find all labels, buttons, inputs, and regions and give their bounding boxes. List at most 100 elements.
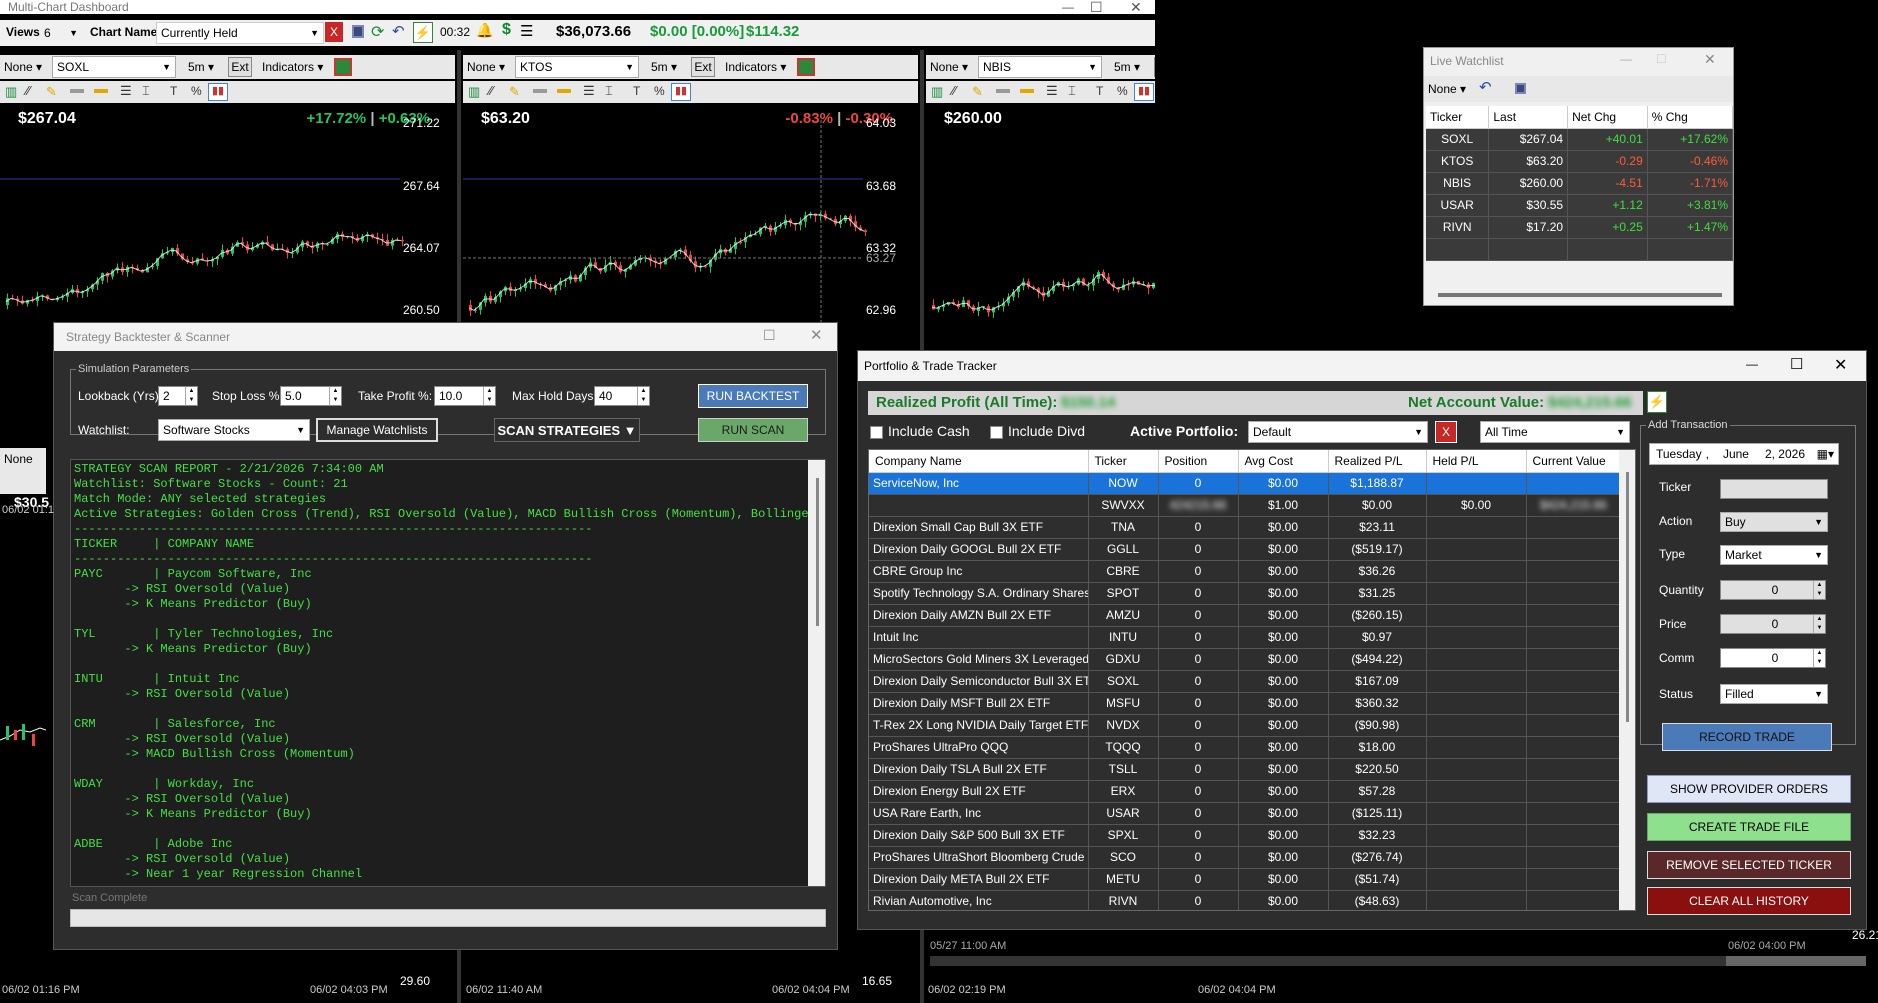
spinner-arrows-icon[interactable]: ▲ ▼ [185, 387, 197, 405]
fib-icon[interactable]: ☰ [583, 83, 595, 99]
symbol-select[interactable]: SOXL ▼ [52, 56, 176, 78]
pane-none-select[interactable]: None ▾ [930, 60, 968, 74]
quantity-input[interactable]: 0 ▲ ▼ [1720, 580, 1826, 600]
manage-watchlists-button[interactable]: Manage Watchlists [316, 418, 438, 442]
spinner-arrows-icon[interactable]: ▲ ▼ [1813, 581, 1825, 599]
trendline-icon[interactable]: ⁄⁄ [26, 83, 30, 98]
stoploss-input[interactable]: 5.0 ▲ ▼ [280, 386, 342, 406]
show-provider-orders-button[interactable]: SHOW PROVIDER ORDERS [1647, 775, 1851, 803]
views-select[interactable]: 6 ▼ [40, 22, 82, 44]
interval-select[interactable]: 5m ▾ [188, 60, 214, 74]
ext-button[interactable]: Ext [691, 57, 715, 77]
run-scan-button[interactable]: RUN SCAN [698, 418, 808, 442]
grid-scrollbar-thumb[interactable] [1626, 472, 1629, 722]
portfolio-row[interactable]: T-Rex 2X Long NVIDIA Daily Target ETF NVD… [869, 714, 1622, 737]
watchlist-column-header[interactable]: Ticker [1426, 106, 1490, 129]
nbis-scrollbar[interactable] [930, 956, 1865, 966]
indicators-select[interactable]: Indicators ▾ [725, 60, 786, 74]
spinner-arrows-icon[interactable]: ▲ ▼ [1813, 615, 1825, 633]
minimize-icon[interactable]: — [1062, 0, 1074, 14]
maximize-icon[interactable]: ☐ [1790, 355, 1803, 373]
include-divd-checkbox[interactable] [990, 426, 1003, 439]
portfolio-row[interactable]: Direxion Energy Bull 2X ETF ERX 0 $0.00 $57.… [869, 780, 1622, 803]
pencil-icon[interactable]: ✎ [46, 84, 57, 100]
highlight-icon[interactable] [94, 89, 108, 93]
record-trade-button[interactable]: RECORD TRADE [1662, 723, 1832, 751]
spinner-arrows-icon[interactable]: ▲ ▼ [637, 387, 649, 405]
pane-lower-left-none[interactable]: None [4, 452, 33, 466]
close-icon[interactable]: ✕ [1834, 355, 1847, 375]
portfolio-row[interactable]: ProShares UltraShort Bloomberg Crude Oil… [869, 846, 1622, 869]
indicator-toggle-icon[interactable]: ▮▮ [671, 83, 691, 101]
watchlist-column-header[interactable]: Net Chg [1567, 106, 1648, 129]
price-chart[interactable]: 266.53264.54262.54260.54 [926, 115, 1155, 345]
calendar-icon[interactable]: ▦▾ [1817, 447, 1834, 461]
undo-icon[interactable]: ↶ [1479, 78, 1492, 96]
lookback-input[interactable]: 2 ▲ ▼ [158, 386, 198, 406]
type-select[interactable]: Market ▼ [1720, 545, 1828, 565]
spinner-arrows-icon[interactable]: ▲ ▼ [483, 387, 495, 405]
maximize-icon[interactable]: ☐ [763, 327, 776, 344]
watchlist-column-header[interactable]: % Chg [1647, 106, 1733, 129]
hline-icon[interactable] [996, 89, 1010, 93]
portfolio-row[interactable]: Intuit Inc INTU 0 $0.00 $0.97 [869, 626, 1622, 649]
portfolio-row[interactable]: Direxion Small Cap Bull 3X ETF TNA 0 $0.00 $… [869, 516, 1622, 539]
status-select[interactable]: Filled ▼ [1720, 684, 1828, 704]
include-cash-checkbox[interactable] [870, 426, 883, 439]
undo-icon[interactable]: ↶ [392, 22, 405, 40]
indicator-toggle-icon[interactable]: ▮▮ [208, 83, 228, 101]
save-icon[interactable] [352, 25, 364, 38]
run-backtest-button[interactable]: RUN BACKTEST [698, 384, 808, 408]
portfolio-row[interactable]: ProShares UltraPro QQQ TQQQ 0 $0.00 $18.00 [869, 736, 1622, 759]
highlight-icon[interactable] [557, 89, 571, 93]
price-chart[interactable]: 64.0363.6863.3263.2762.96 [463, 115, 918, 345]
portfolio-column-header[interactable]: Position [1158, 450, 1239, 473]
close-icon[interactable]: ✕ [810, 326, 823, 344]
bell-icon[interactable]: 🔔 [476, 22, 493, 39]
symbol-select[interactable]: KTOS ▼ [515, 56, 639, 78]
interval-select[interactable]: 5m ▾ [1114, 60, 1140, 74]
takeprofit-input[interactable]: 10.0 ▲ ▼ [434, 386, 496, 406]
pencil-icon[interactable]: ✎ [972, 84, 983, 100]
portfolio-row[interactable]: Direxion Daily GOOGL Bull 2X ETF GGLL 0 $0.… [869, 538, 1622, 561]
watchlist-row[interactable]: NBIS $260.00 -4.51 -1.71% [1426, 172, 1733, 195]
chart-display-icon[interactable]: ▥ [468, 84, 480, 100]
watchlist-row[interactable]: RIVN $17.20 +0.25 +1.47% [1426, 216, 1733, 239]
portfolio-column-header[interactable]: Avg Cost [1238, 450, 1329, 473]
channel-icon[interactable]: ⌶ [142, 83, 150, 99]
nbis-scrollbar-thumb[interactable] [1726, 956, 1866, 966]
watchlist-row[interactable]: SOXL $267.04 +40.01 +17.62% [1426, 128, 1733, 151]
portfolio-row[interactable]: SWVXX 424215.66 $1.00 $0.00 $0.00 $424,215.66 [869, 494, 1622, 517]
chart-display-icon[interactable]: ▥ [5, 84, 17, 100]
ticker-input[interactable] [1720, 479, 1828, 499]
maximize-icon[interactable]: ☐ [1090, 0, 1103, 16]
fib-icon[interactable]: ☰ [120, 83, 132, 99]
spinner-arrows-icon[interactable]: ▲ ▼ [329, 387, 341, 405]
trendline-icon[interactable]: ⁄⁄ [952, 83, 956, 98]
watchlist-column-header[interactable]: Last [1488, 106, 1569, 129]
price-input[interactable]: 0 ▲ ▼ [1720, 614, 1826, 634]
report-scrollbar-thumb[interactable] [816, 478, 819, 626]
portfolio-row[interactable]: Direxion Daily Semiconductor Bull 3X ETF… [869, 670, 1622, 693]
channel-icon[interactable]: ⌶ [1068, 83, 1076, 99]
watchlist-select[interactable]: Software Stocks ▼ [158, 419, 310, 441]
hline-icon[interactable] [533, 89, 547, 93]
chart-name-select[interactable]: Currently Held ▼ [156, 22, 324, 44]
trendline-icon[interactable]: ⁄⁄ [489, 83, 493, 98]
watchlist-row[interactable]: USAR $30.55 +1.12 +3.81% [1426, 194, 1733, 217]
symbol-select[interactable]: NBIS ▼ [978, 56, 1102, 78]
portfolio-select[interactable]: Default ▼ [1248, 421, 1428, 443]
pane-none-select[interactable]: None ▾ [467, 60, 505, 74]
portfolio-column-header[interactable]: Current Value [1526, 450, 1622, 473]
watchlist-scrollbar[interactable] [1438, 293, 1722, 297]
chart-display-icon[interactable]: ▥ [931, 84, 943, 100]
clear-all-history-button[interactable]: CLEAR ALL HISTORY [1647, 887, 1851, 915]
portfolio-row[interactable]: Direxion Daily S&P 500 Bull 3X ETF SPXL 0 $… [869, 824, 1622, 847]
portfolio-row[interactable]: Direxion Daily MSFT Bull 2X ETF MSFU 0 $0.0… [869, 692, 1622, 715]
dollar-icon[interactable]: $ [502, 21, 511, 39]
ext-button[interactable]: Ext [1154, 57, 1155, 77]
delete-portfolio-button[interactable]: X [1435, 421, 1457, 443]
scan-strategies-button[interactable]: SCAN STRATEGIES ▼ [494, 418, 640, 442]
spinner-arrows-icon[interactable]: ▲ ▼ [1813, 649, 1825, 667]
watchlist-none-select[interactable]: None ▾ [1428, 82, 1466, 96]
